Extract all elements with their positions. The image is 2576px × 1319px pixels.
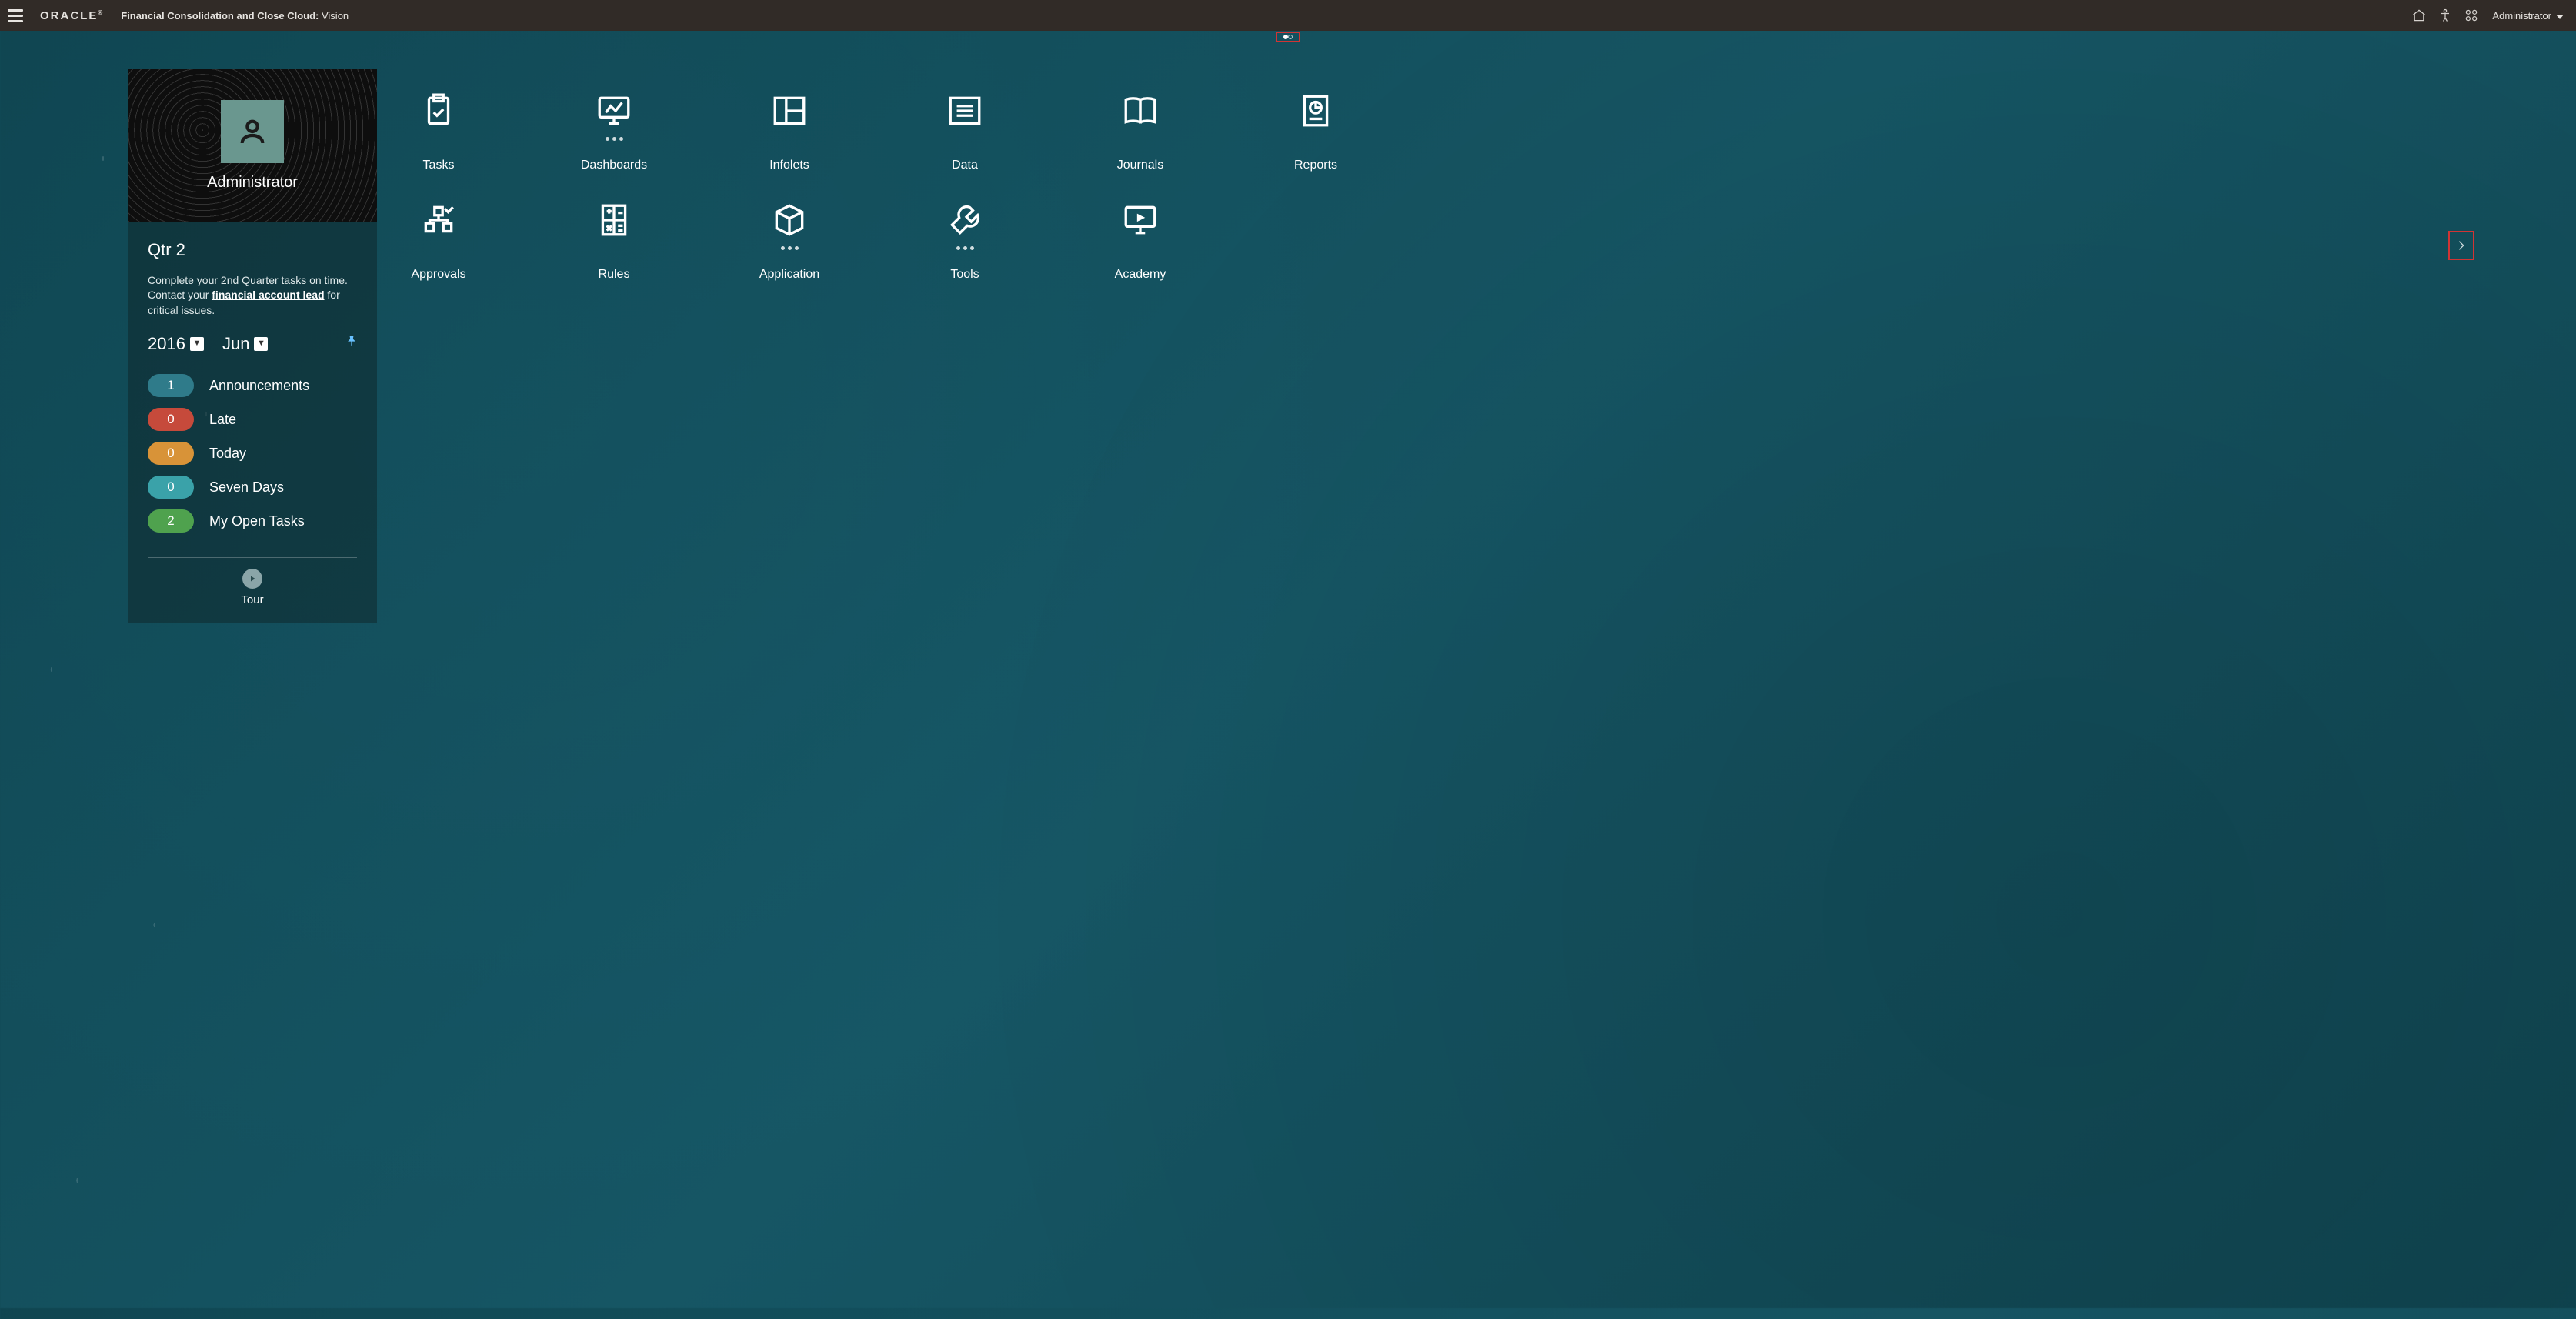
- count-label: My Open Tasks: [209, 512, 305, 531]
- nav-card-dashboards[interactable]: Dashboards: [560, 89, 668, 172]
- count-row-seven-days[interactable]: 0 Seven Days: [148, 476, 357, 499]
- nav-card-label: Reports: [1294, 159, 1337, 172]
- nav-card-label: Application: [759, 268, 819, 282]
- count-row-late[interactable]: 0 Late: [148, 408, 357, 431]
- nav-card-label: Infolets: [769, 159, 809, 172]
- next-page-button[interactable]: [2448, 231, 2474, 260]
- layout-panel-icon: [768, 89, 811, 132]
- nav-card-academy[interactable]: Academy: [1086, 199, 1194, 282]
- count-badge: 0: [148, 476, 194, 499]
- nav-card-reports[interactable]: Reports: [1262, 89, 1370, 172]
- nav-card-approvals[interactable]: Approvals: [385, 199, 492, 282]
- menu-button[interactable]: [8, 5, 29, 26]
- chevron-down-icon: ▼: [190, 337, 204, 351]
- clipboard-check-icon: [417, 89, 460, 132]
- list-lines-icon: [943, 89, 986, 132]
- count-row-my-open-tasks[interactable]: 2 My Open Tasks: [148, 509, 357, 533]
- month-selector[interactable]: Jun ▼: [222, 332, 268, 356]
- count-badge: 2: [148, 509, 194, 533]
- page-indicator-highlight[interactable]: [1276, 32, 1300, 42]
- nav-card-tools[interactable]: Tools: [911, 199, 1019, 282]
- nav-card-label: Journals: [1117, 159, 1163, 172]
- count-label: Seven Days: [209, 478, 284, 497]
- page-dot-2[interactable]: [1288, 35, 1293, 39]
- page-indicator: [0, 32, 2576, 42]
- quarter-title: Qtr 2: [148, 239, 357, 262]
- count-label: Announcements: [209, 376, 309, 396]
- count-row-today[interactable]: 0 Today: [148, 442, 357, 465]
- count-badge: 0: [148, 408, 194, 431]
- caret-down-icon: [2556, 10, 2564, 22]
- nav-card-rules[interactable]: Rules: [560, 199, 668, 282]
- count-row-announcements[interactable]: 1 Announcements: [148, 374, 357, 397]
- accessibility-icon[interactable]: [2432, 2, 2458, 28]
- nav-card-infolets[interactable]: Infolets: [736, 89, 843, 172]
- count-badge: 0: [148, 442, 194, 465]
- user-menu[interactable]: Administrator: [2492, 10, 2564, 22]
- tour-button[interactable]: [242, 569, 262, 589]
- financial-lead-link[interactable]: financial account lead: [212, 289, 324, 301]
- submenu-dots: [956, 246, 974, 252]
- tour-label: Tour: [241, 593, 263, 606]
- nav-card-application[interactable]: Application: [736, 199, 843, 282]
- user-avatar: [221, 100, 284, 163]
- product-title: Financial Consolidation and Close Cloud:…: [121, 10, 349, 22]
- play-monitor-icon: [1119, 199, 1162, 242]
- nav-card-tasks[interactable]: Tasks: [385, 89, 492, 172]
- count-badge: 1: [148, 374, 194, 397]
- chevron-down-icon: ▼: [254, 337, 268, 351]
- navigator-icon[interactable]: [2458, 2, 2484, 28]
- submenu-dots: [781, 246, 799, 252]
- nav-card-label: Data: [952, 159, 978, 172]
- pin-icon[interactable]: [346, 335, 357, 352]
- cube-icon: [768, 199, 811, 242]
- wrench-icon: [943, 199, 986, 242]
- nav-card-label: Academy: [1115, 268, 1166, 282]
- nav-card-journals[interactable]: Journals: [1086, 89, 1194, 172]
- nav-card-label: Rules: [599, 268, 630, 282]
- chart-monitor-icon: [592, 89, 636, 132]
- open-book-icon: [1119, 89, 1162, 132]
- springboard: Tasks Dashboards Infolets Data Journals Repor…: [377, 69, 2576, 1319]
- user-menu-label: Administrator: [2492, 10, 2551, 22]
- nav-card-label: Approvals: [411, 268, 465, 282]
- welcome-panel: Administrator Qtr 2 Complete your 2nd Qu…: [128, 69, 377, 623]
- nav-card-label: Tools: [950, 268, 979, 282]
- count-label: Late: [209, 410, 236, 429]
- org-check-icon: [417, 199, 460, 242]
- home-icon[interactable]: [2406, 2, 2432, 28]
- nav-card-label: Tasks: [423, 159, 455, 172]
- welcome-panel-header: Administrator: [128, 69, 377, 222]
- calculator-icon: [592, 199, 636, 242]
- quarter-description: Complete your 2nd Quarter tasks on time.…: [148, 273, 357, 319]
- submenu-dots: [606, 137, 623, 143]
- count-label: Today: [209, 444, 246, 463]
- global-header: ORACLE® Financial Consolidation and Clos…: [0, 0, 2576, 31]
- nav-card-data[interactable]: Data: [911, 89, 1019, 172]
- pie-doc-icon: [1294, 89, 1337, 132]
- year-selector[interactable]: 2016 ▼: [148, 332, 204, 356]
- nav-card-label: Dashboards: [581, 159, 647, 172]
- brand-logo: ORACLE®: [40, 9, 104, 22]
- welcome-username: Administrator: [207, 174, 298, 192]
